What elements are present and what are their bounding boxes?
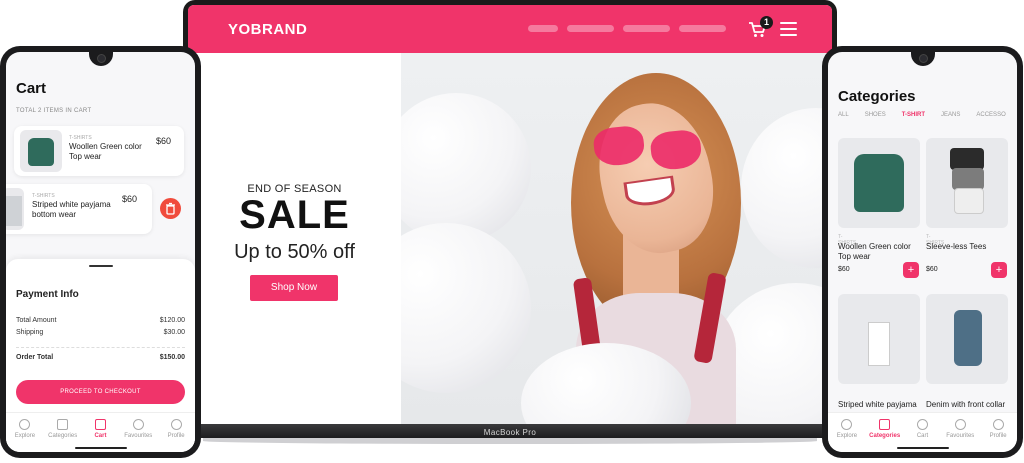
- category-filter-tabs: ALL SHOES T-SHIRT JEANS ACCESSO: [838, 112, 1017, 118]
- filter-all[interactable]: ALL: [838, 112, 849, 118]
- laptop-foot: [203, 438, 817, 444]
- cart-item-count: TOTAL 2 ITEMS IN CART: [16, 108, 92, 114]
- hero-title: SALE: [239, 193, 350, 237]
- home-indicator: [74, 447, 127, 449]
- phone-notch: [910, 52, 935, 66]
- cart-count-badge: 1: [760, 16, 773, 29]
- cart-screen: Cart TOTAL 2 ITEMS IN CART T-SHIRTS Wool…: [6, 52, 195, 452]
- brand-logo[interactable]: YOBRAND: [228, 21, 307, 38]
- item-category: T-SHIRTS: [69, 135, 92, 141]
- nav-link-3[interactable]: [623, 25, 670, 32]
- tab-explore[interactable]: Explore: [829, 419, 865, 452]
- categories-screen: Categories ALL SHOES T-SHIRT JEANS ACCES…: [828, 52, 1017, 452]
- order-total-label: Order Total: [16, 354, 54, 361]
- filter-accessories[interactable]: ACCESSO: [976, 112, 1005, 118]
- payment-title: Payment Info: [16, 289, 79, 300]
- product-price: $60: [926, 266, 938, 273]
- add-to-cart-button[interactable]: +: [903, 262, 919, 278]
- product-image: [838, 294, 920, 384]
- user-icon: [170, 419, 182, 430]
- website: YOBRAND 1 END OF SEASON SALE Up to 50% o…: [188, 5, 832, 432]
- total-amount-row: Total Amount $120.00: [16, 317, 185, 324]
- order-total-value: $150.00: [159, 354, 185, 361]
- cart-title: Cart: [16, 80, 47, 97]
- cart-item[interactable]: T-SHIRTS Woollen Green color Top wear $6…: [14, 126, 184, 176]
- compass-icon: [19, 419, 31, 430]
- product-price: $60: [838, 266, 850, 273]
- heart-icon: [954, 419, 966, 430]
- bag-icon: [916, 419, 928, 430]
- laptop-screen: YOBRAND 1 END OF SEASON SALE Up to 50% o…: [183, 0, 837, 432]
- cart-item-swiped[interactable]: T-SHIRTS Striped white payjama bottom we…: [6, 184, 152, 234]
- shop-now-button[interactable]: Shop Now: [250, 275, 338, 301]
- bottom-tab-bar: Explore Categories Cart Favourites Profi…: [6, 412, 195, 452]
- nav-link-2[interactable]: [567, 25, 614, 32]
- bottom-tab-bar: Explore Categories Cart Favourites Profi…: [828, 412, 1017, 452]
- site-header: YOBRAND 1: [188, 5, 832, 53]
- product-name: Woollen Green color Top wear: [838, 242, 911, 261]
- panel-drag-handle[interactable]: [88, 265, 113, 267]
- categories-phone: Categories ALL SHOES T-SHIRT JEANS ACCES…: [822, 46, 1023, 458]
- tab-explore[interactable]: Explore: [7, 419, 43, 452]
- product-image: [926, 294, 1008, 384]
- nav-link-4[interactable]: [679, 25, 726, 32]
- shipping-value: $30.00: [163, 329, 185, 336]
- product-name: Striped white payjama: [838, 400, 917, 409]
- heart-icon: [132, 419, 144, 430]
- item-name: Striped white payjama bottom wear: [32, 200, 111, 219]
- product-name: Sleeve-less Tees: [926, 242, 987, 251]
- tab-profile[interactable]: Profile: [158, 419, 194, 452]
- item-price: $60: [156, 136, 172, 146]
- compass-icon: [841, 419, 853, 430]
- filter-t-shirt[interactable]: T-SHIRT: [902, 112, 925, 118]
- hamburger-menu-icon[interactable]: [780, 22, 797, 36]
- proceed-to-checkout-button[interactable]: PROCEED TO CHECKOUT: [16, 380, 185, 404]
- hero-subtitle: Up to 50% off: [234, 241, 355, 263]
- item-name: Woollen Green color Top wear: [69, 142, 142, 161]
- product-thumbnail: [20, 130, 62, 172]
- total-amount-value: $120.00: [159, 317, 185, 324]
- laptop-device: YOBRAND 1 END OF SEASON SALE Up to 50% o…: [179, 0, 841, 463]
- bag-icon: [94, 419, 106, 430]
- laptop-model-label: MacBook Pro: [483, 428, 537, 437]
- item-category: T-SHIRTS: [32, 193, 55, 199]
- product-image: [838, 138, 920, 228]
- trash-icon: [166, 202, 175, 215]
- product-name: Denim with front collar: [926, 400, 1006, 409]
- delete-item-button[interactable]: [160, 198, 181, 219]
- shipping-label: Shipping: [16, 329, 44, 336]
- add-to-cart-button[interactable]: +: [991, 262, 1007, 278]
- item-price: $60: [122, 194, 138, 204]
- grid-icon: [57, 419, 69, 430]
- filter-shoes[interactable]: SHOES: [865, 112, 886, 118]
- hero-text-panel: END OF SEASON SALE Up to 50% off Shop No…: [188, 53, 401, 432]
- total-amount-label: Total Amount: [16, 317, 57, 324]
- phone-notch: [88, 52, 113, 66]
- tab-profile[interactable]: Profile: [980, 419, 1016, 452]
- nav-link-1[interactable]: [528, 25, 558, 32]
- filter-jeans[interactable]: JEANS: [941, 112, 960, 118]
- order-total-row: Order Total $150.00: [16, 354, 185, 361]
- hero-image: [401, 53, 832, 432]
- user-icon: [992, 419, 1004, 430]
- shipping-row: Shipping $30.00: [16, 329, 185, 336]
- site-nav: [528, 25, 726, 32]
- home-indicator: [896, 447, 949, 449]
- divider: [16, 347, 185, 348]
- product-thumbnail: [6, 188, 24, 230]
- grid-icon: [879, 419, 891, 430]
- categories-title: Categories: [838, 88, 916, 105]
- product-image: [926, 138, 1008, 228]
- cart-phone: Cart TOTAL 2 ITEMS IN CART T-SHIRTS Wool…: [0, 46, 201, 458]
